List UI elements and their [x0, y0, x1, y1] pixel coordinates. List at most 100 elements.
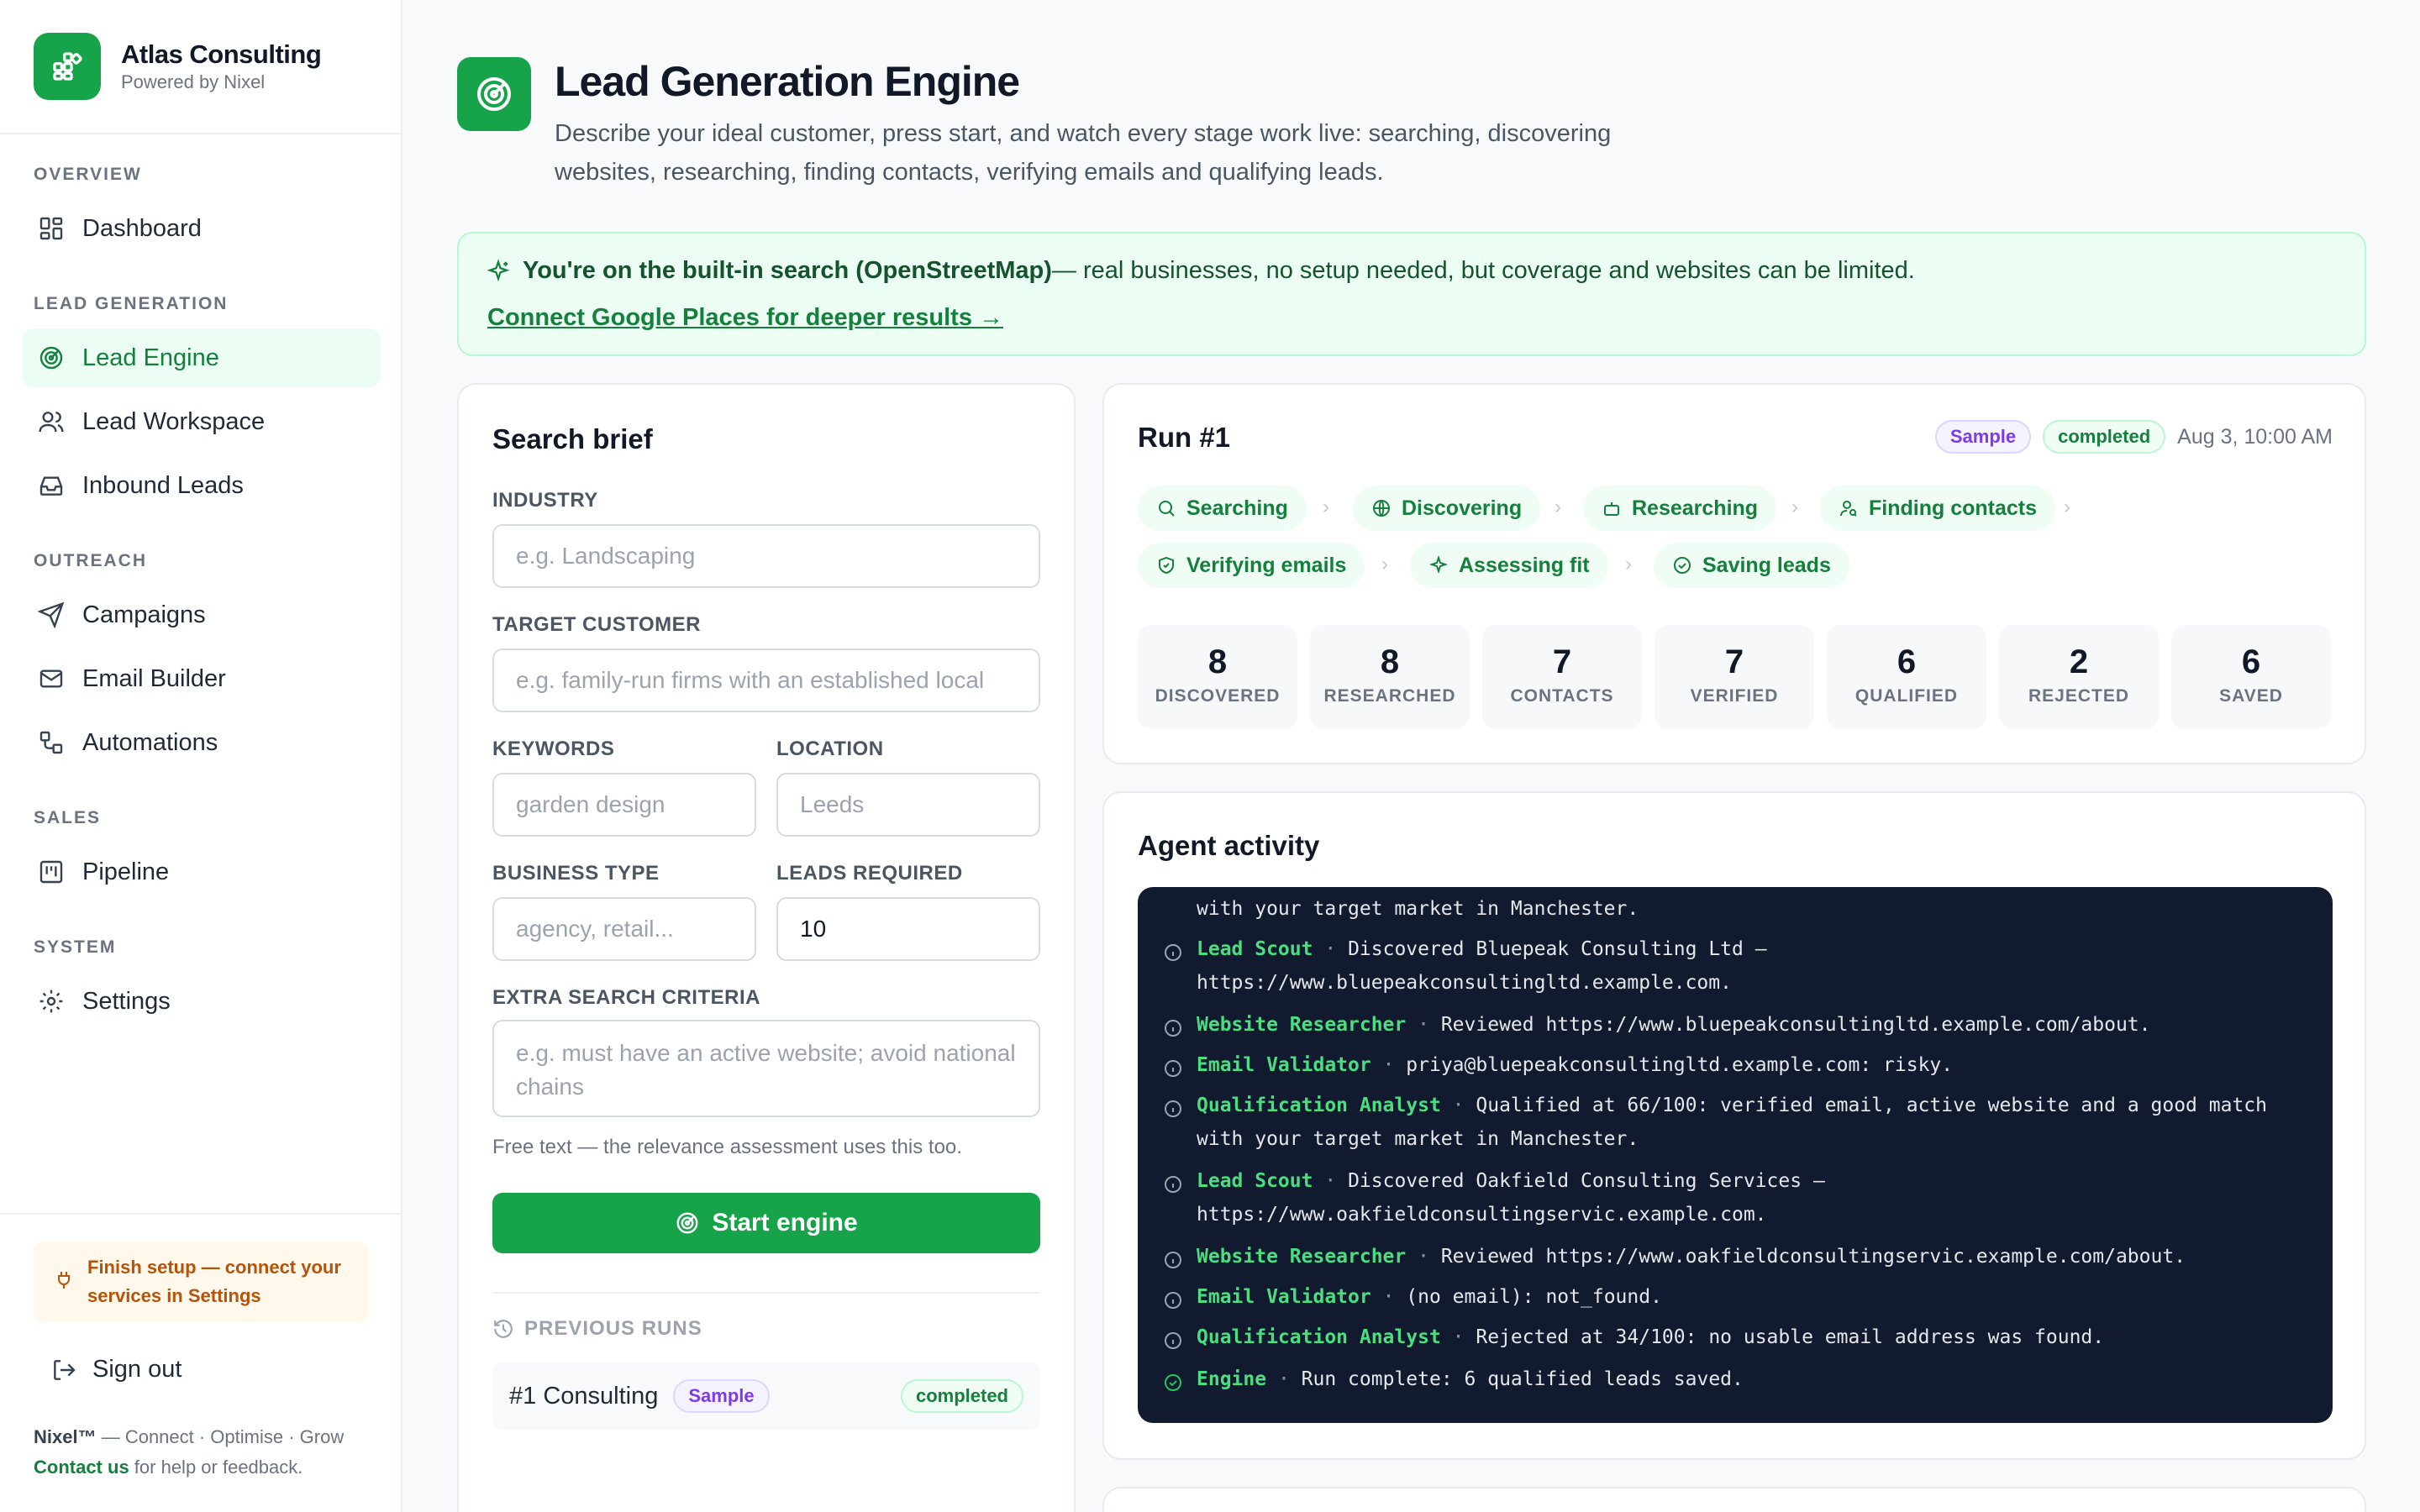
- mail-icon: [37, 664, 66, 693]
- log-entry: Lead Scout · Discovered Bluepeak Consult…: [1163, 938, 2314, 1000]
- industry-label: INDUSTRY: [492, 489, 598, 512]
- nav-section-overview: OVERVIEW: [34, 165, 142, 184]
- sidebar-item-settings[interactable]: Settings: [22, 972, 381, 1031]
- stage-researching: Researching: [1583, 486, 1777, 531]
- log-text: priya@bluepeakconsultingltd.example.com:…: [1406, 1054, 1954, 1076]
- log-text: Rejected at 34/100: no usable email addr…: [1476, 1326, 2105, 1348]
- activity-log[interactable]: with your target market in Manchester. L…: [1138, 887, 2333, 1423]
- divider: [492, 1292, 1040, 1294]
- page-description-line2: websites, researching, finding contacts,…: [555, 159, 1384, 186]
- log-text: Discovered Bluepeak Consulting Ltd —: [1348, 938, 1767, 960]
- brand-name: Atlas Consulting: [121, 39, 322, 69]
- run-title: Run #1: [1138, 422, 1231, 453]
- keywords-input[interactable]: garden design: [492, 773, 756, 837]
- sidebar-item-label: Settings: [82, 987, 171, 1015]
- stat-contacts: 7 CONTACTS: [1482, 625, 1642, 729]
- target-customer-input[interactable]: e.g. family-run firms with an establishe…: [492, 648, 1040, 712]
- connect-google-places-link[interactable]: Connect Google Places for deeper results…: [487, 304, 1003, 332]
- leads-required-input[interactable]: 10: [776, 897, 1040, 961]
- log-text-cont: https://www.oakfieldconsultingservic.exa…: [1197, 1204, 1767, 1226]
- chevron-right-icon: ›: [1381, 553, 1388, 575]
- check-circle-icon: [1165, 1374, 1181, 1391]
- location-input[interactable]: Leeds: [776, 773, 1040, 837]
- inbox-icon: [37, 471, 66, 500]
- industry-input[interactable]: e.g. Landscaping: [492, 524, 1040, 588]
- chevron-right-icon: ›: [1625, 553, 1632, 575]
- info-icon: [1165, 1100, 1181, 1117]
- contact-us-link[interactable]: Contact us: [34, 1457, 129, 1478]
- setup-notice-line1: Finish setup — connect your: [87, 1257, 341, 1278]
- sidebar-item-email-builder[interactable]: Email Builder: [22, 649, 381, 708]
- business-type-input[interactable]: agency, retail...: [492, 897, 756, 961]
- nav-section-outreach: OUTREACH: [34, 551, 147, 570]
- stat-label: VERIFIED: [1690, 686, 1779, 706]
- page-description: Describe your ideal customer, press star…: [555, 114, 1731, 192]
- log-agent: Lead Scout: [1197, 938, 1313, 960]
- sidebar-item-pipeline[interactable]: Pipeline: [22, 843, 381, 901]
- info-icon: [1165, 1060, 1181, 1077]
- sidebar-item-label: Email Builder: [82, 664, 226, 692]
- info-icon: [1165, 1176, 1181, 1193]
- extra-criteria-textarea[interactable]: e.g. must have an active website; avoid …: [492, 1020, 1040, 1117]
- check-circle-icon: [1674, 557, 1691, 574]
- sidebar-item-lead-engine[interactable]: Lead Engine: [22, 328, 381, 387]
- footer-tagline-text: — Connect · Optimise · Grow: [96, 1426, 345, 1447]
- stat-label: DISCOVERED: [1155, 686, 1281, 706]
- log-text: Reviewed https://www.bluepeakconsultingl…: [1440, 1014, 2151, 1036]
- sidebar-item-inbound-leads[interactable]: Inbound Leads: [22, 456, 381, 515]
- log-agent: Email Validator: [1197, 1054, 1371, 1076]
- sidebar-item-automations[interactable]: Automations: [22, 713, 381, 772]
- sign-out-button[interactable]: Sign out: [50, 1356, 182, 1383]
- stage-label: Assessing fit: [1459, 553, 1590, 577]
- search-icon: [1159, 501, 1175, 517]
- stat-value: 6: [1897, 643, 1917, 680]
- brand-logo-icon: [34, 33, 101, 100]
- sidebar-item-label: Campaigns: [82, 601, 206, 628]
- previous-runs-heading: PREVIOUS RUNS: [492, 1317, 702, 1341]
- sidebar-divider: [0, 1213, 402, 1215]
- stat-label: RESEARCHED: [1323, 686, 1456, 706]
- dashboard-icon: [37, 214, 66, 243]
- extra-criteria-label: EXTRA SEARCH CRITERIA: [492, 986, 760, 1009]
- sidebar-item-dashboard[interactable]: Dashboard: [22, 199, 381, 258]
- sidebar-item-lead-workspace[interactable]: Lead Workspace: [22, 392, 381, 451]
- target-customer-label: TARGET CUSTOMER: [492, 613, 701, 636]
- stage-label: Researching: [1632, 496, 1759, 520]
- stat-discovered: 8 DISCOVERED: [1138, 625, 1297, 729]
- chevron-right-icon: ›: [1791, 496, 1798, 518]
- log-agent: Website Researcher: [1197, 1246, 1407, 1268]
- sparkles-icon: [1428, 555, 1449, 575]
- stat-researched: 8 RESEARCHED: [1310, 625, 1470, 729]
- stage-label: Discovering: [1402, 496, 1523, 520]
- globe-icon: [1373, 500, 1390, 517]
- logout-icon: [50, 1357, 77, 1383]
- footer-contact: Contact us for help or feedback.: [34, 1457, 302, 1478]
- sample-badge: Sample: [1934, 420, 2032, 454]
- brand[interactable]: Atlas Consulting Powered by Nixel: [0, 0, 401, 134]
- search-brief-card: Search brief INDUSTRY e.g. Landscaping T…: [457, 383, 1076, 1512]
- stat-saved: 6 SAVED: [2171, 625, 2331, 729]
- log-entry: Email Validator · priya@bluepeakconsulti…: [1163, 1054, 2314, 1082]
- log-text: Run complete: 6 qualified leads saved.: [1301, 1368, 1744, 1390]
- stage-label: Saving leads: [1702, 553, 1831, 577]
- info-icon: [1165, 1292, 1181, 1309]
- stat-verified: 7 VERIFIED: [1655, 625, 1814, 729]
- stat-label: REJECTED: [2028, 686, 2130, 706]
- next-card: [1102, 1487, 2366, 1512]
- agent-activity-card: Agent activity with your target market i…: [1102, 791, 2366, 1460]
- nav-section-lead-generation: LEAD GENERATION: [34, 294, 229, 313]
- stage-label: Searching: [1186, 496, 1288, 520]
- setup-notice[interactable]: Finish setup — connect your services in …: [34, 1242, 369, 1322]
- stat-value: 7: [1552, 643, 1572, 680]
- start-engine-button[interactable]: Start engine: [492, 1193, 1040, 1253]
- log-text: with your target market in Manchester.: [1197, 898, 1639, 920]
- log-agent: Qualification Analyst: [1197, 1095, 1441, 1116]
- previous-runs-label: PREVIOUS RUNS: [524, 1317, 702, 1340]
- stat-label: CONTACTS: [1510, 686, 1614, 706]
- stat-rejected: 2 REJECTED: [1999, 625, 2159, 729]
- status-badge: completed: [900, 1379, 1023, 1413]
- shield-check-icon: [1159, 556, 1174, 575]
- chevron-right-icon: ›: [1555, 496, 1561, 518]
- sidebar-item-campaigns[interactable]: Campaigns: [22, 585, 381, 644]
- previous-run-row[interactable]: #1 Consulting Sample completed: [492, 1362, 1040, 1430]
